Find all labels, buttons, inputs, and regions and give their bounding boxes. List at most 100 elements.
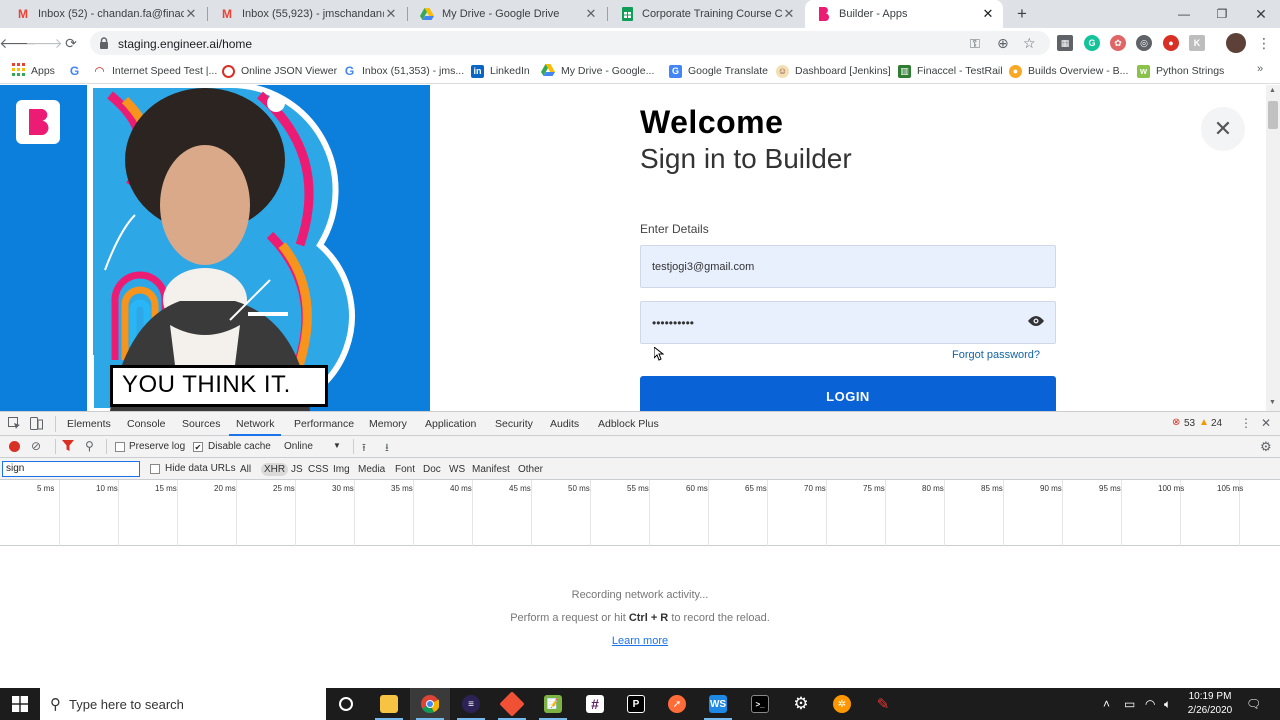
webstorm-icon[interactable]: WS <box>698 688 738 720</box>
eye-icon[interactable] <box>1028 315 1044 330</box>
filter-type-other[interactable]: Other <box>515 463 546 476</box>
extension-icon[interactable]: K <box>1189 35 1205 51</box>
settings-icon[interactable]: ⚙ <box>781 688 821 720</box>
terminal-icon[interactable]: >_ <box>740 688 780 720</box>
email-field[interactable]: testjogi3@gmail.com <box>640 245 1056 288</box>
warning-count[interactable]: 24 <box>1211 418 1222 429</box>
search-icon[interactable]: ⚲ <box>85 439 94 453</box>
battery-icon[interactable]: ▭ <box>1124 697 1135 711</box>
bookmark-jenkins[interactable]: ☺ Dashboard [Jenkins] <box>776 63 891 79</box>
avatar[interactable] <box>1226 33 1246 53</box>
devtools-tab-adblock[interactable]: Adblock Plus <box>598 418 659 430</box>
import-har-icon[interactable]: ⭱ <box>362 439 366 458</box>
export-har-icon[interactable]: ⭳ <box>385 439 389 458</box>
postman-icon[interactable]: ➚ <box>657 688 697 720</box>
devtools-tab-security[interactable]: Security <box>495 418 533 430</box>
notepad-plus-icon[interactable]: 📝 <box>533 688 573 720</box>
browser-tab[interactable]: M Inbox (52) - chandan.fa@finacce ✕ <box>4 0 206 28</box>
close-tab-icon[interactable]: ✕ <box>184 6 198 22</box>
hide-data-urls-checkbox[interactable] <box>150 464 160 474</box>
devtools-tab-performance[interactable]: Performance <box>294 418 354 430</box>
filter-type-manifest[interactable]: Manifest <box>469 463 513 476</box>
filter-input[interactable]: sign <box>2 461 140 477</box>
devtools-tab-elements[interactable]: Elements <box>67 418 111 430</box>
clock[interactable]: 10:19 PM 2/26/2020 <box>1182 690 1238 718</box>
close-tab-icon[interactable]: ✕ <box>384 6 398 22</box>
scrollbar-thumb[interactable] <box>1268 101 1278 129</box>
filter-type-img[interactable]: Img <box>330 463 353 476</box>
preserve-log-label[interactable]: Preserve log <box>129 441 185 452</box>
browser-tab[interactable]: M Inbox (55,923) - jmschandan@gm ✕ <box>208 0 406 28</box>
volume-icon[interactable]: 🔈︎ <box>1164 697 1171 712</box>
forward-button[interactable]: 🡒 <box>25 33 63 53</box>
preserve-log-checkbox[interactable] <box>115 442 125 452</box>
browser-tab[interactable]: My Drive - Google Drive ✕ <box>408 0 606 28</box>
devtools-tab-console[interactable]: Console <box>127 418 166 430</box>
new-tab-button[interactable]: + <box>1012 4 1032 24</box>
filter-type-js[interactable]: JS <box>288 463 306 476</box>
scroll-down-icon[interactable]: ▼ <box>1269 399 1276 406</box>
browser-tab-active[interactable]: Builder - Apps ✕ <box>805 0 1003 28</box>
git-icon[interactable] <box>492 688 532 720</box>
bookmark-translate[interactable]: G Google Translate <box>669 63 768 79</box>
login-button[interactable]: LOGIN <box>640 376 1056 411</box>
restore-button[interactable]: ❐ <box>1203 0 1241 28</box>
close-tab-icon[interactable]: ✕ <box>782 6 796 22</box>
devtools-tab-memory[interactable]: Memory <box>369 418 407 430</box>
wifi-icon[interactable]: ◠ <box>1145 697 1155 711</box>
url-text[interactable]: staging.engineer.ai/home <box>118 37 252 51</box>
chevron-down-icon[interactable]: ▼ <box>333 441 341 450</box>
extension-qr-icon[interactable]: ▦ <box>1057 35 1073 51</box>
devtools-tab-application[interactable]: Application <box>425 418 476 430</box>
start-button[interactable] <box>0 688 40 720</box>
filter-type-xhr[interactable]: XHR <box>261 463 289 476</box>
menu-kebab-icon[interactable]: ⋮ <box>1257 35 1271 52</box>
slack-icon[interactable]: # <box>575 688 615 720</box>
more-bookmarks-icon[interactable]: » <box>1257 63 1263 75</box>
close-window-button[interactable]: ✕ <box>1242 0 1280 28</box>
pycharm-icon[interactable]: P <box>616 688 656 720</box>
learn-more-link[interactable]: Learn more <box>0 635 1280 647</box>
hide-data-urls-label[interactable]: Hide data URLs <box>165 463 236 474</box>
zoom-icon[interactable]: ⊕ <box>997 35 1009 52</box>
warning-icon[interactable]: ▲ <box>1199 417 1209 428</box>
key-icon[interactable]: ⚿ <box>970 36 980 52</box>
bookmark-linkedin[interactable]: in LinkedIn <box>471 63 530 79</box>
filter-type-css[interactable]: CSS <box>305 463 332 476</box>
bookmark-google[interactable]: G <box>68 63 87 79</box>
record-icon[interactable] <box>9 441 20 452</box>
extension-icon[interactable]: ● <box>1163 35 1179 51</box>
notifications-icon[interactable]: 🗨︎ <box>1246 697 1261 711</box>
page-scrollbar[interactable]: ▲ ▼ <box>1266 85 1280 411</box>
bookmark-testrail[interactable]: ▥ Finaccel - TestRail <box>898 63 1003 79</box>
devtools-tab-audits[interactable]: Audits <box>550 418 579 430</box>
bookmark-inbox[interactable]: G Inbox (51,353) - jms... <box>343 63 464 79</box>
grammarly-icon[interactable]: G <box>1084 35 1100 51</box>
password-field[interactable]: •••••••••• <box>640 301 1056 344</box>
bookmark-my-drive[interactable]: My Drive - Google... <box>541 63 654 79</box>
reload-button[interactable]: ⟳ <box>61 33 81 53</box>
eclipse-icon[interactable]: ≡ <box>451 688 491 720</box>
bookmark-star-icon[interactable]: ☆ <box>1023 35 1036 52</box>
disable-cache-checkbox[interactable]: ✔ <box>193 442 203 452</box>
throttling-select[interactable]: Online <box>284 441 313 452</box>
extension-icon[interactable]: ◎ <box>1136 35 1152 51</box>
clear-icon[interactable]: ⊘ <box>31 439 41 453</box>
close-tab-icon[interactable]: ✕ <box>981 6 995 22</box>
devtools-tab-network[interactable]: Network <box>236 418 275 430</box>
minimize-button[interactable]: — <box>1165 0 1203 28</box>
learn-more-text[interactable]: Learn more <box>612 635 668 647</box>
close-tab-icon[interactable]: ✕ <box>584 6 598 22</box>
bookmark-json-viewer[interactable]: Online JSON Viewer <box>222 63 337 79</box>
extension-icon[interactable]: ✿ <box>1110 35 1126 51</box>
file-explorer-icon[interactable] <box>369 688 409 720</box>
error-count[interactable]: 53 <box>1184 418 1195 429</box>
filter-type-all[interactable]: All <box>237 463 254 476</box>
devtools-menu-icon[interactable]: ⋮ <box>1240 416 1252 430</box>
devtools-tab-sources[interactable]: Sources <box>182 418 221 430</box>
app-icon[interactable]: ✲ <box>822 688 862 720</box>
filter-type-ws[interactable]: WS <box>446 463 468 476</box>
bookmark-apps[interactable]: Apps <box>12 63 55 79</box>
scroll-up-icon[interactable]: ▲ <box>1269 87 1276 94</box>
builder-logo[interactable] <box>16 100 60 144</box>
